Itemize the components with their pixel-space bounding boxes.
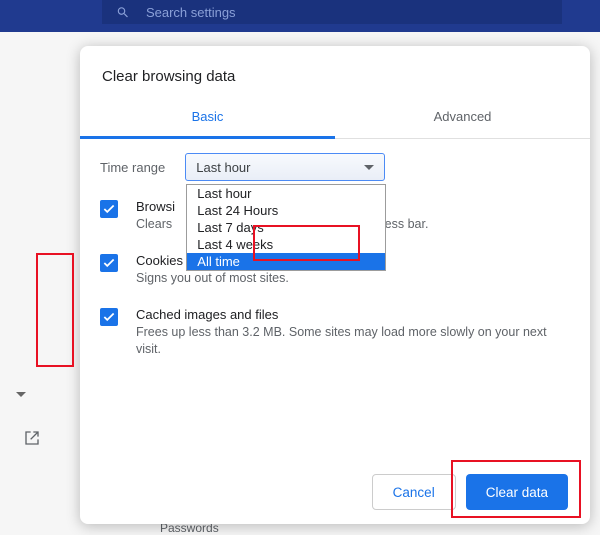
cookies-desc: Signs you out of most sites. <box>136 270 294 287</box>
open-external-icon[interactable] <box>24 430 40 451</box>
dialog-actions: Cancel Clear data <box>80 460 590 524</box>
checkbox-browsing-history[interactable] <box>100 200 118 218</box>
checkbox-cookies[interactable] <box>100 254 118 272</box>
clear-browsing-data-dialog: Clear browsing data Basic Advanced Time … <box>80 46 590 524</box>
time-range-label: Time range <box>100 160 165 175</box>
settings-header <box>0 0 600 32</box>
dialog-tabs: Basic Advanced <box>80 99 590 139</box>
cancel-button[interactable]: Cancel <box>372 474 456 510</box>
tab-basic[interactable]: Basic <box>80 99 335 139</box>
search-icon <box>116 5 130 20</box>
chevron-down-icon <box>364 165 374 170</box>
cache-desc: Frees up less than 3.2 MB. Some sites ma… <box>136 324 570 358</box>
section-chevron-icon[interactable] <box>16 392 26 397</box>
row-cache: Cached images and files Frees up less th… <box>100 307 570 358</box>
search-settings-field[interactable] <box>102 0 562 24</box>
tab-advanced[interactable]: Advanced <box>335 99 590 138</box>
clear-data-button[interactable]: Clear data <box>466 474 568 510</box>
option-last-7-days[interactable]: Last 7 days <box>187 219 385 236</box>
option-last-24-hours[interactable]: Last 24 Hours <box>187 202 385 219</box>
checkbox-cache[interactable] <box>100 308 118 326</box>
option-last-4-weeks[interactable]: Last 4 weeks <box>187 236 385 253</box>
search-input[interactable] <box>146 5 548 20</box>
cache-title: Cached images and files <box>136 307 570 322</box>
time-range-value: Last hour <box>196 160 250 175</box>
option-last-hour[interactable]: Last hour <box>187 185 385 202</box>
dialog-title: Clear browsing data <box>80 46 590 99</box>
option-all-time[interactable]: All time <box>187 253 385 270</box>
time-range-dropdown: Last hour Last 24 Hours Last 7 days Last… <box>186 184 386 271</box>
dialog-content: Time range Last hour Last hour Last 24 H… <box>80 139 590 460</box>
time-range-select[interactable]: Last hour Last hour Last 24 Hours Last 7… <box>185 153 385 181</box>
cache-texts: Cached images and files Frees up less th… <box>136 307 570 358</box>
time-range-row: Time range Last hour Last hour Last 24 H… <box>100 153 570 181</box>
